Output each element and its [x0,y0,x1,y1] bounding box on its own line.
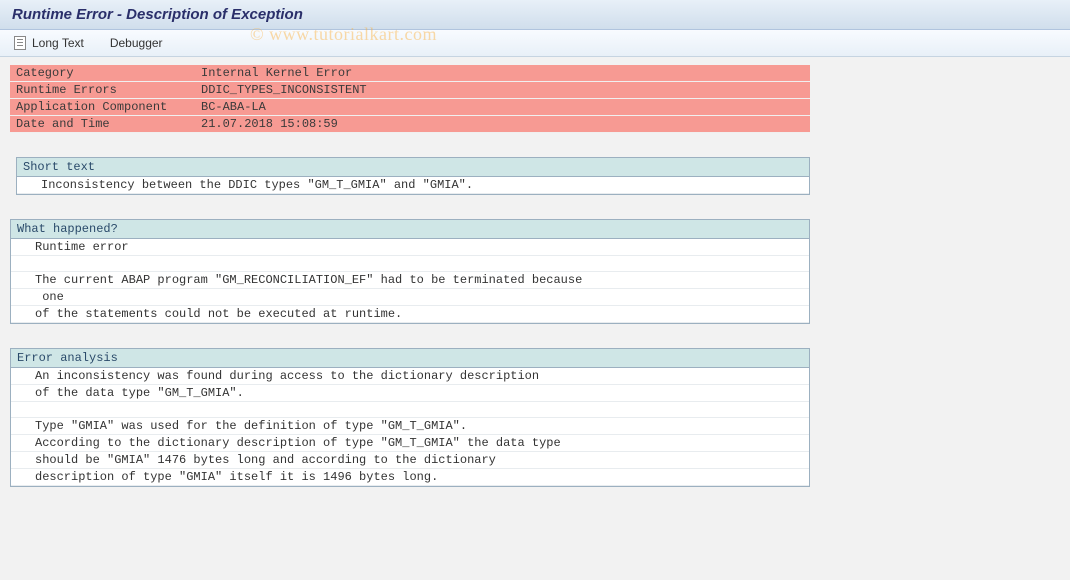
runtime-errors-value: DDIC_TYPES_INCONSISTENT [195,82,810,99]
text-line: of the statements could not be executed … [11,306,809,323]
text-line: should be "GMIA" 1476 bytes long and acc… [11,452,809,469]
table-row: Runtime Errors DDIC_TYPES_INCONSISTENT [10,82,810,99]
datetime-value: 21.07.2018 15:08:59 [195,116,810,133]
text-line: The current ABAP program "GM_RECONCILIAT… [11,272,809,289]
what-happened-section: What happened? Runtime error The current… [10,219,810,324]
category-value: Internal Kernel Error [195,65,810,82]
what-happened-body: Runtime error The current ABAP program "… [11,239,809,323]
document-icon [14,36,28,50]
text-line: one [11,289,809,306]
text-line [11,256,809,272]
error-summary-table: Category Internal Kernel Error Runtime E… [10,65,810,133]
short-text-section: Short text Inconsistency between the DDI… [16,157,810,195]
title-bar: Runtime Error - Description of Exception [0,0,1070,30]
text-line: An inconsistency was found during access… [11,368,809,385]
debugger-button[interactable]: Debugger [106,34,167,52]
text-line [11,402,809,418]
text-line: According to the dictionary description … [11,435,809,452]
short-text-header: Short text [17,158,809,177]
runtime-errors-label: Runtime Errors [10,82,195,99]
text-line: Inconsistency between the DDIC types "GM… [17,177,809,194]
table-row: Date and Time 21.07.2018 15:08:59 [10,116,810,133]
long-text-button[interactable]: Long Text [10,34,88,52]
app-component-label: Application Component [10,99,195,116]
text-line: description of type "GMIA" itself it is … [11,469,809,486]
text-line: Runtime error [11,239,809,256]
datetime-label: Date and Time [10,116,195,133]
short-text-body: Inconsistency between the DDIC types "GM… [17,177,809,194]
app-component-value: BC-ABA-LA [195,99,810,116]
page-title: Runtime Error - Description of Exception [12,6,1058,23]
error-analysis-section: Error analysis An inconsistency was foun… [10,348,810,487]
table-row: Category Internal Kernel Error [10,65,810,82]
error-analysis-header: Error analysis [11,349,809,368]
category-label: Category [10,65,195,82]
text-line: Type "GMIA" was used for the definition … [11,418,809,435]
debugger-label: Debugger [110,36,163,50]
content-area: Category Internal Kernel Error Runtime E… [0,57,1070,495]
toolbar: Long Text Debugger © www.tutorialkart.co… [0,30,1070,57]
table-row: Application Component BC-ABA-LA [10,99,810,116]
error-analysis-body: An inconsistency was found during access… [11,368,809,486]
long-text-label: Long Text [32,36,84,50]
what-happened-header: What happened? [11,220,809,239]
text-line: of the data type "GM_T_GMIA". [11,385,809,402]
